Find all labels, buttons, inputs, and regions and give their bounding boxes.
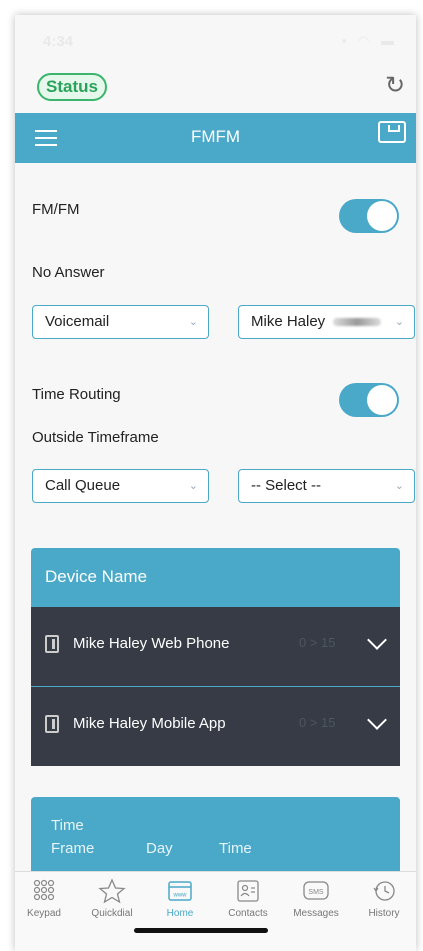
page-title: FMFM	[190, 127, 241, 146]
no-answer-label: No Answer	[32, 264, 105, 281]
status-button[interactable]: Status	[37, 73, 107, 101]
outside-timeframe-action-value: Call Queue	[45, 477, 121, 494]
device-name: Mike Haley Web Phone	[73, 635, 230, 652]
contacts-icon	[233, 878, 263, 904]
star-icon	[97, 878, 127, 904]
time-col-label: Time	[219, 840, 252, 857]
tab-contacts[interactable]: Contacts	[219, 878, 277, 919]
tab-label: Keypad	[27, 908, 61, 919]
phone-icon	[45, 635, 59, 653]
keypad-icon	[29, 878, 59, 904]
chevron-down-icon[interactable]	[367, 630, 387, 650]
save-icon[interactable]	[378, 121, 406, 143]
device-row[interactable]: Mike Haley Web Phone 0 > 15	[31, 606, 400, 686]
time-routing-label: Time Routing	[32, 386, 121, 403]
phone-screen: 4:34 ▪ ◠ ▬ Status ↻ FMFM FM/FM No Answer…	[15, 15, 416, 951]
history-icon	[369, 878, 399, 904]
chevron-down-icon: ⌄	[188, 480, 198, 492]
tab-label: Home	[166, 908, 194, 919]
fmfm-label: FM/FM	[32, 201, 80, 218]
redacted-blur	[333, 318, 382, 327]
chevron-down-icon: ⌄	[394, 480, 404, 492]
outside-timeframe-target-value: -- Select --	[251, 477, 322, 494]
no-answer-target-select[interactable]: Mike Haley ⌄	[238, 305, 415, 339]
day-col-label: Day	[146, 840, 173, 857]
tab-label: Messages	[293, 908, 339, 919]
time-routing-toggle[interactable]	[339, 383, 399, 417]
outside-timeframe-action-select[interactable]: Call Queue ⌄	[32, 469, 209, 503]
device-row[interactable]: Mike Haley Mobile App 0 > 15	[31, 686, 400, 766]
tab-quickdial[interactable]: Quickdial	[83, 878, 141, 919]
tab-label: Quickdial	[91, 908, 133, 919]
device-ring-range: 0 > 15	[299, 715, 336, 730]
timeframe-col-label-line1: Time	[51, 817, 84, 834]
no-answer-action-select[interactable]: Voicemail ⌄	[32, 305, 209, 339]
no-answer-target-value: Mike Haley	[251, 313, 326, 330]
device-ring-range: 0 > 15	[299, 635, 336, 650]
status-icons: ▪ ◠ ▬	[341, 33, 398, 48]
device-name: Mike Haley Mobile App	[73, 715, 226, 732]
outside-timeframe-label: Outside Timeframe	[32, 429, 159, 446]
tab-bar: Keypad Quickdial www Home Contacts SMS M…	[15, 871, 416, 951]
chevron-down-icon: ⌄	[188, 316, 198, 328]
timeframe-col-label-line2: Frame	[51, 840, 95, 857]
device-list: Device Name Mike Haley Web Phone 0 > 15 …	[31, 548, 400, 766]
home-indicator[interactable]	[134, 928, 268, 933]
toggle-knob	[367, 201, 397, 231]
device-list-header: Device Name	[31, 548, 400, 606]
svg-text:SMS: SMS	[308, 889, 324, 896]
phone-icon	[45, 715, 59, 733]
no-answer-action-value: Voicemail	[45, 313, 110, 330]
status-bar: 4:34 ▪ ◠ ▬	[15, 15, 416, 65]
tab-label: History	[368, 908, 400, 919]
tab-home[interactable]: www Home	[151, 878, 209, 919]
nav-bar: FMFM	[15, 113, 416, 163]
tab-messages[interactable]: SMS Messages	[287, 878, 345, 919]
tab-history[interactable]: History	[355, 878, 413, 919]
toggle-knob	[367, 385, 397, 415]
refresh-icon[interactable]: ↻	[380, 71, 410, 101]
clock: 4:34	[43, 33, 74, 50]
svg-text:www: www	[173, 893, 188, 899]
sms-icon: SMS	[301, 878, 331, 904]
tab-keypad[interactable]: Keypad	[15, 878, 73, 919]
home-www-icon: www	[165, 878, 195, 904]
chevron-down-icon: ⌄	[394, 316, 404, 328]
chevron-down-icon[interactable]	[367, 710, 387, 730]
tab-label: Contacts	[228, 908, 268, 919]
fmfm-toggle[interactable]	[339, 199, 399, 233]
outside-timeframe-target-select[interactable]: -- Select -- ⌄	[238, 469, 415, 503]
top-bar: Status ↻	[15, 67, 416, 113]
